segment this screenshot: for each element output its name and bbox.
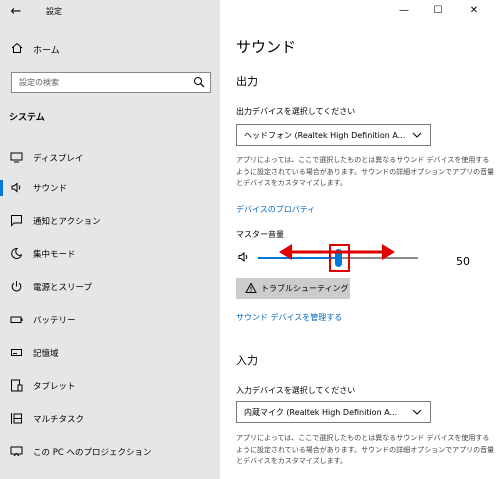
sidebar-item-tablet[interactable]: タブレット <box>0 374 220 398</box>
maximize-button[interactable]: ☐ <box>426 3 450 19</box>
sidebar-item-focus[interactable]: 集中モード <box>0 242 220 266</box>
sidebar-item-label: ディスプレイ <box>33 154 84 164</box>
input-device-value: 内蔵マイク (Realtek High Definition A... <box>244 408 398 417</box>
window-controls: — ☐ ✕ <box>390 0 500 22</box>
search-input[interactable] <box>12 73 188 92</box>
display-icon <box>10 152 23 163</box>
sidebar-item-multitask[interactable]: マルチタスク <box>0 407 220 431</box>
sidebar-item-home[interactable]: ホーム <box>0 38 220 62</box>
sidebar-section-label: システム <box>9 113 45 123</box>
input-device-dropdown[interactable]: 内蔵マイク (Realtek High Definition A... <box>236 401 431 423</box>
chevron-down-icon <box>412 132 422 138</box>
home-icon <box>11 42 23 53</box>
input-description: アプリによっては、ここで選択したものとは異なるサウンド デバイスを使用するように… <box>236 434 495 465</box>
battery-icon <box>10 316 23 323</box>
minimize-button[interactable]: — <box>392 3 416 19</box>
input-device-label: 入力デバイスを選択してください <box>236 386 356 395</box>
close-button[interactable]: ✕ <box>462 3 486 19</box>
sidebar-item-sound[interactable]: サウンド <box>0 176 220 200</box>
speaker-icon <box>11 182 21 193</box>
volume-speaker-icon[interactable] <box>238 251 250 263</box>
output-device-value: ヘッドフォン (Realtek High Definition A... <box>244 131 406 140</box>
multitask-icon <box>11 413 22 424</box>
sidebar-item-label: サウンド <box>33 184 68 194</box>
device-properties-link[interactable]: デバイスのプロパティ <box>236 204 315 215</box>
sidebar-item-label: ホーム <box>33 46 60 56</box>
sidebar-item-label: マルチタスク <box>33 415 85 425</box>
search-icon[interactable] <box>193 76 205 88</box>
sidebar-item-power[interactable]: 電源とスリープ <box>0 275 220 299</box>
page-title: サウンド <box>236 38 297 56</box>
output-description: アプリによっては、ここで選択したものとは異なるサウンド デバイスを使用するように… <box>236 156 495 187</box>
output-heading: 出力 <box>236 75 258 88</box>
output-device-dropdown[interactable]: ヘッドフォン (Realtek High Definition A... <box>236 124 431 146</box>
sidebar-item-label: 集中モード <box>33 250 76 260</box>
app-title: 設定 <box>46 7 62 16</box>
troubleshoot-button[interactable]: トラブルシューティング <box>236 278 350 299</box>
sidebar-item-label: 記憶域 <box>33 349 59 359</box>
manage-sound-devices-link[interactable]: サウンド デバイスを管理する <box>236 312 342 323</box>
power-icon <box>11 281 22 292</box>
chevron-down-icon <box>412 409 422 415</box>
annotation-highlight-box <box>329 244 350 272</box>
sidebar-item-label: 通知とアクション <box>33 217 101 227</box>
sidebar-item-storage[interactable]: 記憶域 <box>0 341 220 365</box>
sidebar: ← 設定 ホーム システム ディスプレイ サウンド 通知とアク <box>0 0 220 479</box>
sidebar-item-notifications[interactable]: 通知とアクション <box>0 209 220 233</box>
output-device-label: 出力デバイスを選択してください <box>236 107 356 116</box>
sidebar-item-label: タブレット <box>33 382 76 392</box>
master-volume-label: マスター音量 <box>236 230 284 239</box>
sidebar-item-projection[interactable]: この PC へのプロジェクション <box>0 440 220 464</box>
projection-icon <box>10 446 23 457</box>
troubleshoot-label: トラブルシューティング <box>261 284 349 293</box>
volume-value: 50 <box>456 255 470 268</box>
notification-icon <box>11 215 22 227</box>
sidebar-item-label: この PC へのプロジェクション <box>33 448 152 458</box>
input-heading: 入力 <box>236 354 258 367</box>
back-button[interactable]: ← <box>6 3 26 21</box>
moon-icon <box>11 247 23 259</box>
search-box[interactable] <box>11 72 211 93</box>
warning-icon <box>245 282 257 293</box>
tablet-icon <box>11 379 23 392</box>
sidebar-item-label: 電源とスリープ <box>33 283 92 293</box>
sidebar-item-display[interactable]: ディスプレイ <box>0 146 220 170</box>
storage-icon <box>11 349 22 356</box>
active-indicator <box>0 180 3 196</box>
sidebar-item-battery[interactable]: バッテリー <box>0 308 220 332</box>
sidebar-item-label: バッテリー <box>33 316 76 326</box>
